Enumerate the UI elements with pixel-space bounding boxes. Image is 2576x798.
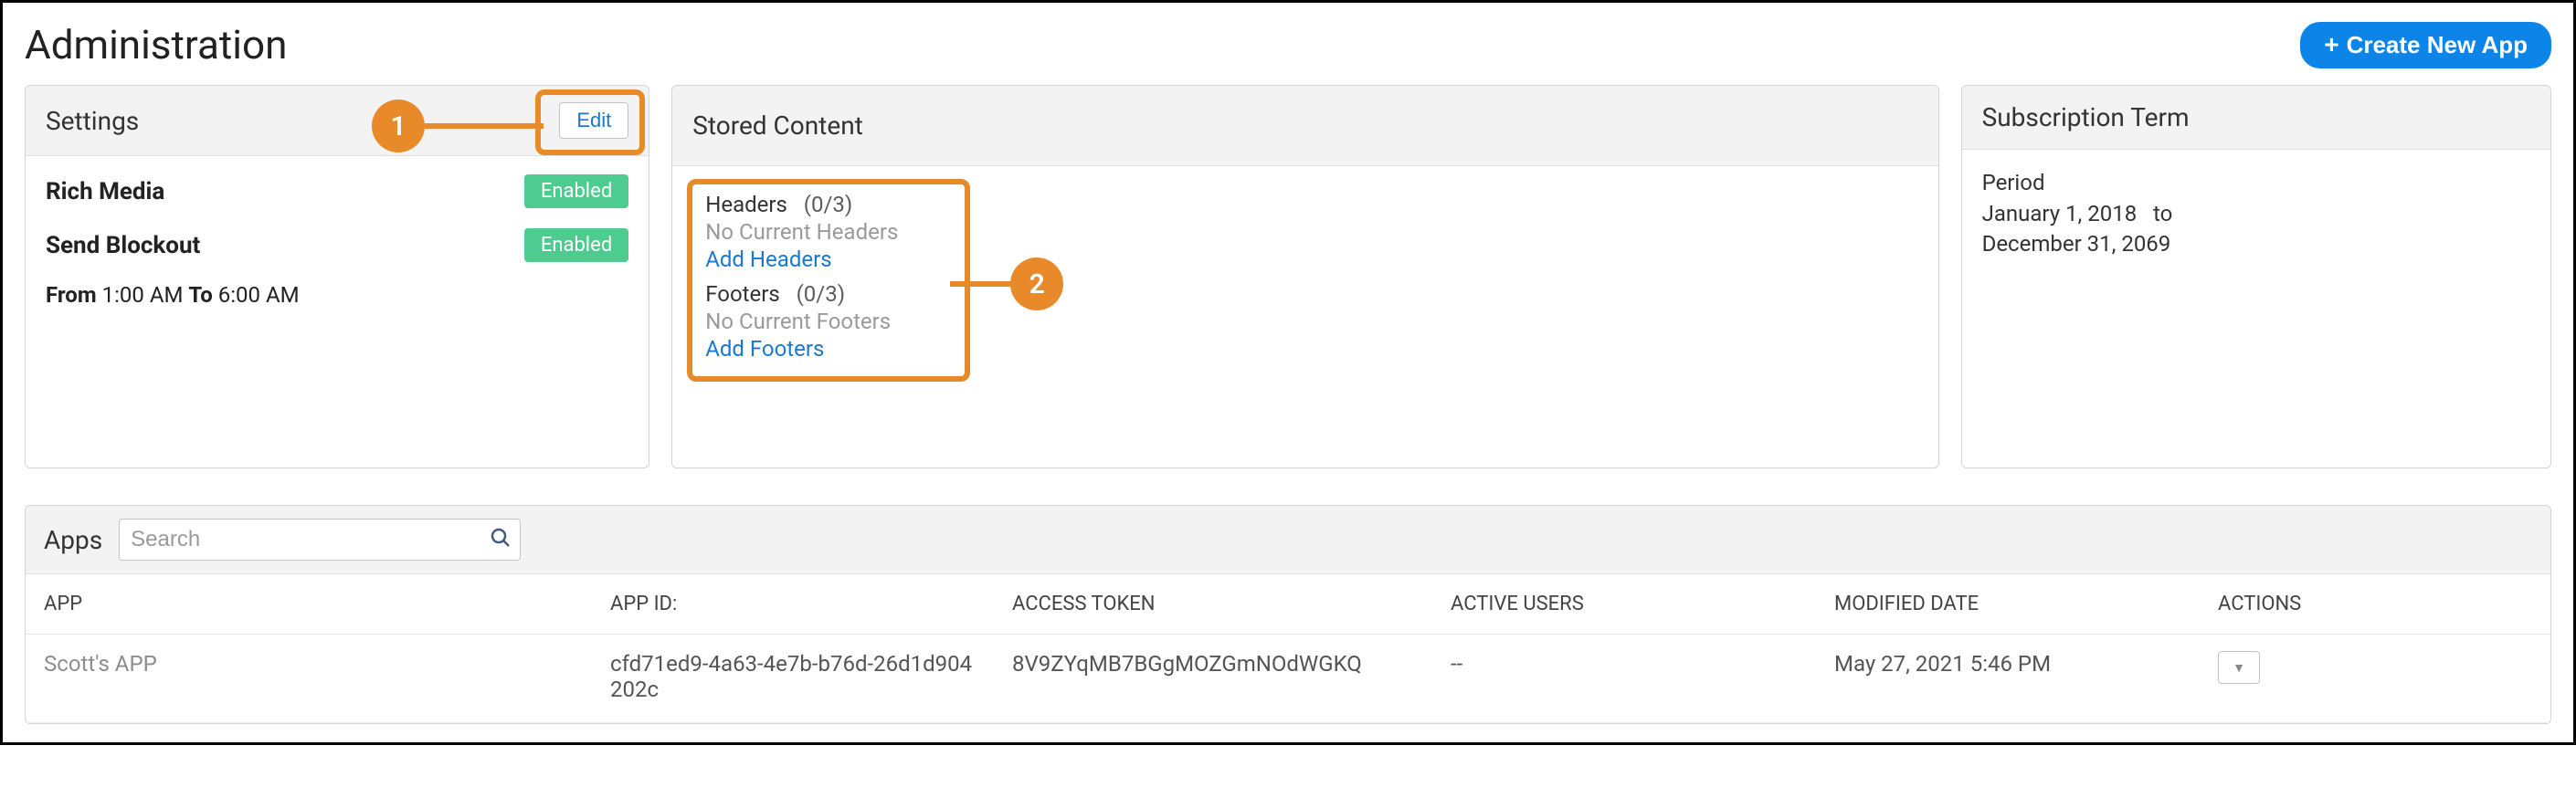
stored-content-title: Stored Content	[692, 110, 863, 141]
active-users-cell: --	[1432, 635, 1816, 723]
footers-label: Footers	[705, 281, 780, 307]
apps-panel: Apps APP APP ID: ACCESS TOKEN ACTIVE USE…	[25, 505, 2551, 724]
apps-table: APP APP ID: ACCESS TOKEN ACTIVE USERS MO…	[26, 574, 2550, 723]
to-time: 6:00 AM	[218, 282, 300, 308]
table-row: Scott's APP cfd71ed9-4a63-4e7b-b76d-26d1…	[26, 635, 2550, 723]
col-active-users: ACTIVE USERS	[1432, 574, 1816, 635]
headers-empty: No Current Headers	[705, 219, 952, 245]
headers-count: (0/3)	[804, 192, 852, 217]
from-time: 1:00 AM	[102, 282, 184, 308]
subscription-panel: Subscription Term Period January 1, 2018…	[1961, 85, 2551, 468]
from-label: From	[46, 282, 97, 308]
settings-title: Settings	[46, 106, 139, 136]
col-app-id: APP ID:	[592, 574, 994, 635]
subscription-to: to	[2153, 201, 2172, 226]
subscription-end: December 31, 2069	[1982, 229, 2530, 260]
create-new-app-button[interactable]: + Create New App	[2300, 22, 2551, 68]
stored-content-highlight: Headers (0/3) No Current Headers Add Hea…	[687, 179, 970, 382]
headers-label: Headers	[705, 192, 787, 217]
send-blockout-status: Enabled	[524, 228, 628, 262]
subscription-title: Subscription Term	[1982, 102, 2190, 132]
callout-line-1	[425, 123, 544, 129]
rich-media-label: Rich Media	[46, 178, 164, 205]
footers-count: (0/3)	[797, 281, 845, 307]
to-label: To	[188, 282, 212, 308]
create-button-label: Create New App	[2347, 31, 2528, 59]
plus-icon: +	[2324, 32, 2338, 58]
col-actions: ACTIONS	[2200, 574, 2550, 635]
callout-2: 2	[1010, 257, 1063, 310]
row-actions-button[interactable]: ▼	[2218, 651, 2260, 684]
stored-content-panel: Stored Content Headers (0/3) No Current …	[671, 85, 1938, 468]
app-id-cell: cfd71ed9-4a63-4e7b-b76d-26d1d904202c	[592, 635, 994, 723]
add-headers-link[interactable]: Add Headers	[705, 247, 952, 272]
apps-search-input[interactable]	[119, 519, 521, 561]
footers-empty: No Current Footers	[705, 309, 952, 334]
send-blockout-label: Send Blockout	[46, 232, 200, 259]
settings-panel: Settings Edit Rich Media Enabled Send Bl…	[25, 85, 649, 468]
col-access-token: ACCESS TOKEN	[994, 574, 1432, 635]
page-title: Administration	[25, 21, 287, 68]
add-footers-link[interactable]: Add Footers	[705, 336, 952, 362]
col-app: APP	[26, 574, 592, 635]
edit-settings-button[interactable]: Edit	[559, 102, 628, 139]
callout-line-2	[950, 281, 1014, 287]
blockout-time: From 1:00 AM To 6:00 AM	[46, 282, 628, 308]
app-name-cell: Scott's APP	[26, 635, 592, 723]
apps-title: Apps	[44, 525, 102, 555]
subscription-start: January 1, 2018	[1982, 201, 2138, 226]
callout-1: 1	[372, 100, 425, 152]
col-modified: MODIFIED DATE	[1816, 574, 2200, 635]
access-token-cell: 8V9ZYqMB7BGgMOZGmNOdWGKQ	[994, 635, 1432, 723]
caret-down-icon: ▼	[2233, 660, 2245, 675]
search-icon	[490, 527, 512, 552]
modified-cell: May 27, 2021 5:46 PM	[1816, 635, 2200, 723]
rich-media-status: Enabled	[524, 174, 628, 208]
period-label: Period	[1982, 168, 2530, 199]
